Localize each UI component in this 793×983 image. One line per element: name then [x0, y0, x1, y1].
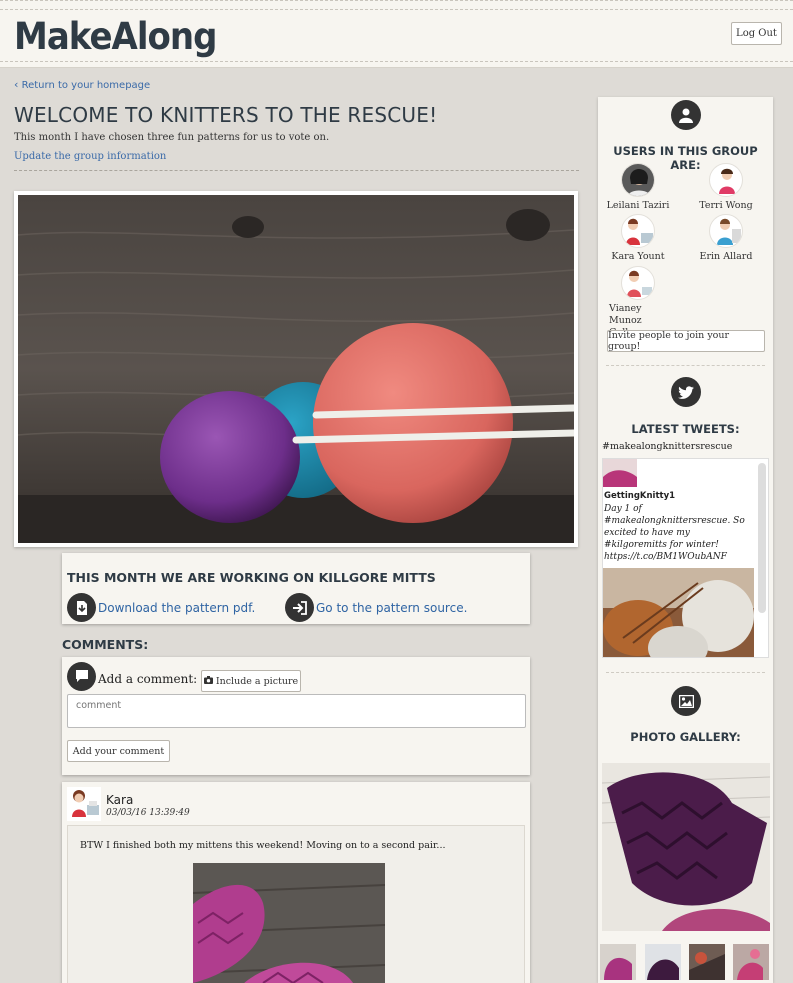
camera-icon [203, 675, 213, 687]
gallery-thumbnail[interactable] [689, 944, 725, 983]
divider [14, 170, 579, 171]
comments-heading: COMMENTS: [62, 637, 149, 652]
makealong-logo[interactable]: MakeAlong [14, 15, 217, 59]
member-name: Kara Yount [611, 251, 665, 262]
gallery-heading: PHOTO GALLERY: [630, 730, 741, 744]
gallery-thumbnail[interactable] [733, 944, 769, 983]
divider [606, 365, 765, 366]
avatar [709, 163, 743, 197]
avatar [621, 266, 655, 300]
hero-image [14, 191, 578, 547]
include-picture-button[interactable]: Include a picture [201, 670, 301, 692]
comment-text: BTW I finished both my mittens this week… [80, 840, 446, 851]
member-name: Terri Wong [699, 200, 753, 211]
avatar[interactable] [603, 459, 637, 487]
image-gallery-icon [671, 686, 701, 716]
tweets-hashtag[interactable]: #makealongknittersrescue [602, 441, 732, 452]
add-comment-button[interactable]: Add your comment [67, 740, 170, 762]
tweet-scrollbar[interactable] [758, 463, 766, 613]
comment-timestamp: 03/03/16 13:39:49 [106, 808, 190, 818]
member-item[interactable]: Leilani Taziri [599, 163, 677, 212]
comment-author: Kara [106, 793, 134, 807]
avatar [709, 214, 743, 248]
project-card: THIS MONTH WE ARE WORKING ON KILLGORE MI… [62, 553, 530, 624]
avatar[interactable] [67, 787, 101, 821]
user-icon [671, 100, 701, 130]
avatar [621, 163, 655, 197]
site-header: MakeAlong Log Out [0, 0, 793, 68]
comment-post: Kara 03/03/16 13:39:49 BTW I finished bo… [62, 782, 530, 983]
speech-bubble-icon [67, 662, 96, 691]
download-pdf-icon[interactable] [67, 593, 96, 622]
member-item[interactable]: Erin Allard [687, 214, 765, 263]
member-name: Erin Allard [699, 251, 753, 262]
pattern-source-link[interactable]: Go to the pattern source. [316, 601, 467, 615]
member-name: Leilani Taziri [606, 200, 670, 211]
gallery-thumbnail[interactable] [600, 944, 636, 983]
chevron-left-icon: ‹ [14, 78, 19, 91]
yarn-balls-photo [18, 195, 574, 543]
gallery-thumbnail[interactable] [645, 944, 681, 983]
member-item[interactable]: Vianey Munoz Gallegos [599, 266, 677, 339]
project-title: THIS MONTH WE ARE WORKING ON KILLGORE MI… [67, 570, 436, 585]
page-title: WELCOME TO KNITTERS TO THE RESCUE! [14, 103, 438, 127]
gallery-main-photo[interactable] [602, 763, 770, 931]
logout-button[interactable]: Log Out [731, 22, 782, 45]
tweet-text: Day 1 of #makealongknittersrescue. So ex… [604, 504, 745, 562]
update-group-link[interactable]: Update the group information [14, 151, 166, 162]
sidebar: USERS IN THIS GROUP ARE: Leilani Taziri … [598, 97, 773, 983]
download-pattern-link[interactable]: Download the pattern pdf. [98, 601, 255, 615]
add-comment-label: Add a comment: [98, 672, 198, 686]
tweet-photo[interactable] [603, 568, 754, 657]
tweet-author[interactable]: GettingKnitty1 [604, 491, 675, 501]
comment-body: BTW I finished both my mittens this week… [67, 825, 525, 983]
divider [606, 672, 765, 673]
include-picture-label: Include a picture [215, 675, 299, 687]
avatar [621, 214, 655, 248]
back-link-label: Return to your homepage [21, 80, 151, 91]
twitter-icon[interactable] [671, 377, 701, 407]
comment-input[interactable] [67, 694, 526, 728]
back-link[interactable]: ‹ Return to your homepage [14, 78, 150, 91]
comment-form: Add a comment: Include a picture Add you… [62, 657, 530, 775]
invite-button[interactable]: Invite people to join your group! [607, 330, 765, 352]
tweets-heading: LATEST TWEETS: [631, 422, 740, 436]
member-item[interactable]: Kara Yount [599, 214, 677, 263]
external-source-icon[interactable] [285, 593, 314, 622]
group-intro: This month I have chosen three fun patte… [14, 132, 330, 143]
comment-photo[interactable] [193, 863, 385, 983]
tweet-feed[interactable]: GettingKnitty1 Day 1 of #makealongknitte… [602, 458, 769, 658]
member-item[interactable]: Terri Wong [687, 163, 765, 212]
